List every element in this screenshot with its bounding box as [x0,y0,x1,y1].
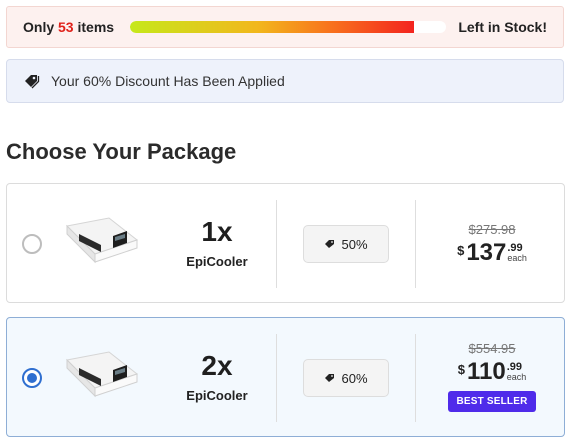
stock-right-label: Left in Stock! [458,19,547,35]
divider [276,200,277,288]
package-qty: 1x [201,216,233,247]
stock-label: Only 53 items [23,19,114,35]
package-product-name: EpiCooler [186,254,248,269]
price-currency: $ [457,362,465,377]
package-old-price: $554.95 [468,341,516,356]
package-radio[interactable] [22,368,42,388]
package-radio[interactable] [22,234,42,254]
package-product-name: EpiCooler [186,388,248,403]
price-integer: 110 [466,358,506,385]
package-price-block: $275.98 $ 137 .99 each [437,222,547,265]
tag-icon [324,372,336,384]
tag-icon [324,238,336,250]
product-image [65,351,139,398]
best-seller-badge: BEST SELLER [448,391,536,412]
discount-banner: Your 60% Discount Has Been Applied [6,59,564,103]
stock-banner: Only 53 items Left in Stock! [6,6,564,48]
package-discount: 50% [341,236,368,252]
package-option-1x[interactable]: 1x EpiCooler 50% $275.98 $ 137 .99 each [6,183,565,303]
page-title: Choose Your Package [6,139,237,164]
divider [415,200,416,288]
price-each: each [506,372,527,382]
stock-count: 53 [58,19,74,35]
divider [415,334,416,422]
package-qty: 2x [201,350,233,381]
stock-progress-fill [130,21,415,33]
price-integer: 137 [466,239,507,266]
price-currency: $ [457,243,465,258]
stock-prefix: Only [23,19,55,35]
product-image [65,217,139,264]
package-qty-block: 1x EpiCooler [157,216,277,269]
discount-text: Your 60% Discount Has Been Applied [51,73,285,89]
package-qty-block: 2x EpiCooler [157,350,277,403]
package-option-2x[interactable]: 2x EpiCooler 60% $554.95 $ 110 .99 each … [6,317,565,437]
stock-progress-bar [130,21,447,33]
package-price: $ 137 .99 each [457,241,527,265]
price-each: each [507,253,527,263]
tag-icon [23,72,41,90]
package-discount-pill: 60% [303,359,389,397]
package-discount: 60% [341,370,368,386]
package-price: $ 110 .99 each [458,360,526,384]
divider [276,334,277,422]
package-old-price: $275.98 [468,222,516,237]
stock-suffix: items [77,19,115,35]
package-price-block: $554.95 $ 110 .99 each BEST SELLER [437,341,547,412]
package-discount-pill: 50% [303,225,389,263]
